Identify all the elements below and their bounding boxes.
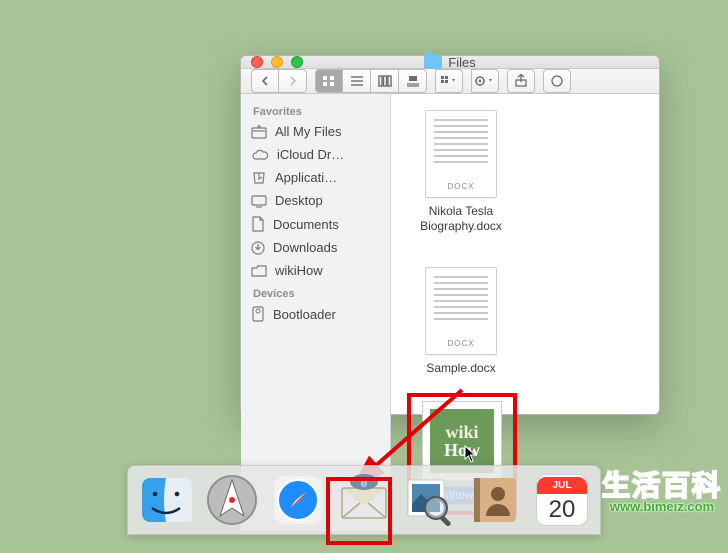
view-coverflow-button[interactable] (399, 69, 427, 93)
sidebar-item-desktop[interactable]: Desktop (241, 189, 390, 212)
disk-icon (251, 306, 265, 322)
sidebar-heading-devices: Devices (241, 282, 390, 302)
dock-item-contacts[interactable] (470, 474, 522, 526)
documents-icon (251, 216, 265, 232)
sidebar-item-applications[interactable]: Applicati… (241, 166, 390, 189)
sidebar-item-label: Documents (273, 217, 339, 232)
back-button[interactable] (251, 69, 279, 93)
file-item[interactable]: DOCX Sample.docx (407, 267, 515, 379)
wikihow-logo-icon: wiki How (430, 409, 494, 473)
sidebar-item-icloud[interactable]: iCloud Dr… (241, 143, 390, 166)
arrange-group (435, 69, 463, 93)
sidebar-item-label: iCloud Dr… (277, 147, 344, 162)
applications-icon (251, 171, 267, 185)
share-button[interactable] (507, 69, 535, 93)
view-column-button[interactable] (371, 69, 399, 93)
sidebar-item-label: Bootloader (273, 307, 336, 322)
nav-back-forward (251, 69, 307, 93)
downloads-icon (251, 241, 265, 255)
arrange-dropdown[interactable] (435, 69, 463, 93)
calendar-day: 20 (549, 494, 576, 524)
sidebar-item-label: Applicati… (275, 170, 337, 185)
calendar-month: JUL (537, 477, 587, 494)
sidebar-heading-favorites: Favorites (241, 100, 390, 120)
cursor-icon (464, 445, 478, 463)
tags-button[interactable] (543, 69, 571, 93)
dock-item-safari[interactable] (272, 474, 324, 526)
sidebar-item-label: wikiHow (275, 263, 323, 278)
dock-item-finder[interactable] (140, 474, 192, 526)
all-my-files-icon (251, 125, 267, 139)
finder-titlebar[interactable]: Files (241, 56, 659, 69)
view-list-button[interactable] (343, 69, 371, 93)
dock-item-preview[interactable] (404, 474, 456, 526)
view-switcher (315, 69, 427, 93)
dock-item-launchpad[interactable] (206, 474, 258, 526)
file-name: Nikola Tesla Biography.docx (407, 204, 515, 234)
window-title: Files (241, 55, 659, 70)
docx-thumb: DOCX (425, 267, 497, 355)
sidebar-item-wikihow[interactable]: wikiHow (241, 259, 390, 282)
sidebar-item-all-my-files[interactable]: All My Files (241, 120, 390, 143)
file-name: Sample.docx (426, 361, 495, 376)
folder-icon (424, 55, 442, 69)
sidebar-item-label: Desktop (275, 193, 323, 208)
finder-toolbar (241, 69, 659, 94)
docx-badge: DOCX (447, 339, 474, 354)
sidebar-item-label: All My Files (275, 124, 341, 139)
desktop-icon (251, 194, 267, 208)
docx-thumb: DOCX (425, 110, 497, 198)
view-icon-button[interactable] (315, 69, 343, 93)
forward-button[interactable] (279, 69, 307, 93)
folder-icon (251, 265, 267, 277)
dock-highlight-box (326, 477, 392, 545)
docx-badge: DOCX (447, 182, 474, 197)
sidebar-item-label: Downloads (273, 240, 337, 255)
dock-item-calendar[interactable]: JUL 20 (536, 474, 588, 526)
sidebar-item-bootloader[interactable]: Bootloader (241, 302, 390, 326)
file-item[interactable]: DOCX Nikola Tesla Biography.docx (407, 110, 515, 237)
icloud-icon (251, 149, 269, 161)
action-group (471, 69, 499, 93)
action-dropdown[interactable] (471, 69, 499, 93)
sidebar-item-documents[interactable]: Documents (241, 212, 390, 236)
sidebar-item-downloads[interactable]: Downloads (241, 236, 390, 259)
window-title-text: Files (448, 55, 475, 70)
finder-window: Files (240, 55, 660, 415)
